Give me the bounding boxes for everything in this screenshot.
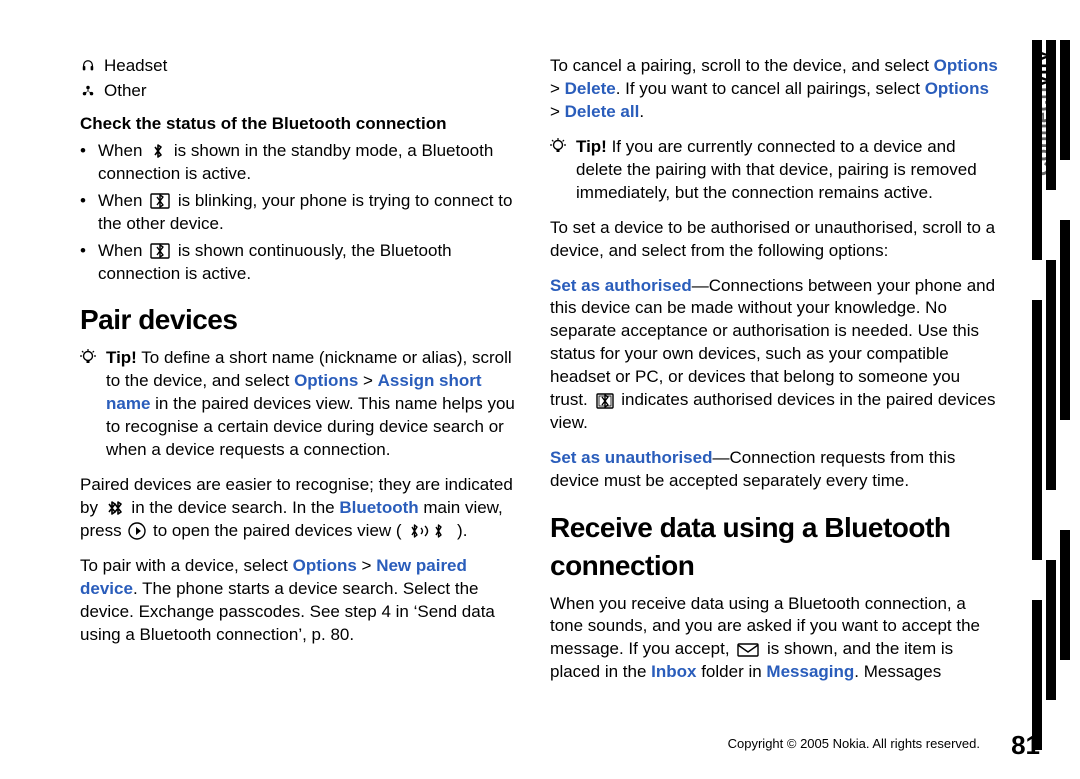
bluetooth-pair-icon bbox=[105, 500, 125, 516]
bluetooth-box-icon bbox=[149, 243, 171, 259]
auth-intro-paragraph: To set a device to be authorised or unau… bbox=[550, 217, 998, 263]
messaging-link: Messaging bbox=[766, 662, 854, 681]
options-link: Options bbox=[294, 371, 358, 390]
nav-right-icon bbox=[128, 522, 146, 540]
status-bullets: • When is shown in the standby mode, a B… bbox=[80, 140, 528, 286]
envelope-icon bbox=[736, 642, 760, 658]
bullet-dot: • bbox=[80, 140, 88, 186]
device-type-other: Other bbox=[80, 80, 528, 103]
set-authorised-label: Set as authorised bbox=[550, 276, 692, 295]
page-content: Headset Other Check the status of the Bl… bbox=[80, 55, 1000, 696]
paired-recognise-paragraph: Paired devices are easier to recognise; … bbox=[80, 474, 528, 543]
status-bullet: • When is shown continuously, the Blueto… bbox=[80, 240, 528, 286]
bluetooth-wave-icon bbox=[408, 523, 450, 539]
right-column: To cancel a pairing, scroll to the devic… bbox=[550, 55, 998, 696]
tip-block: Tip! If you are currently connected to a… bbox=[550, 136, 998, 205]
headset-icon bbox=[80, 59, 96, 73]
set-unauthorised-label: Set as unauthorised bbox=[550, 448, 712, 467]
receive-data-heading: Receive data using a Bluetooth connectio… bbox=[550, 509, 998, 585]
bluetooth-box-icon bbox=[149, 193, 171, 209]
bluetooth-link: Bluetooth bbox=[339, 498, 418, 517]
inbox-link: Inbox bbox=[651, 662, 696, 681]
other-icon bbox=[80, 84, 96, 98]
tip-icon bbox=[550, 136, 568, 205]
set-authorised-paragraph: Set as authorised—Connections between yo… bbox=[550, 275, 998, 436]
receive-data-paragraph: When you receive data using a Bluetooth … bbox=[550, 593, 998, 685]
tip-icon bbox=[80, 347, 98, 462]
page-number: 81 bbox=[1011, 728, 1040, 763]
authorised-box-icon bbox=[595, 393, 615, 409]
device-type-label: Other bbox=[104, 80, 147, 103]
left-column: Headset Other Check the status of the Bl… bbox=[80, 55, 528, 696]
check-status-heading: Check the status of the Bluetooth connec… bbox=[80, 113, 528, 136]
pair-devices-heading: Pair devices bbox=[80, 301, 528, 339]
delete-link: Delete bbox=[565, 79, 616, 98]
delete-all-link: Delete all bbox=[565, 102, 640, 121]
bluetooth-icon bbox=[149, 143, 167, 159]
copyright-footer: Copyright © 2005 Nokia. All rights reser… bbox=[728, 735, 980, 753]
device-type-list: Headset Other bbox=[80, 55, 528, 103]
tip-block: Tip! To define a short name (nickname or… bbox=[80, 347, 528, 462]
pair-steps-paragraph: To pair with a device, select Options > … bbox=[80, 555, 528, 647]
decorative-bars bbox=[1020, 0, 1080, 779]
options-link: Options bbox=[925, 79, 989, 98]
bullet-dot: • bbox=[80, 190, 88, 236]
status-bullet: • When is blinking, your phone is trying… bbox=[80, 190, 528, 236]
status-bullet: • When is shown in the standby mode, a B… bbox=[80, 140, 528, 186]
options-link: Options bbox=[293, 556, 357, 575]
bullet-dot: • bbox=[80, 240, 88, 286]
options-link: Options bbox=[934, 56, 998, 75]
set-unauthorised-paragraph: Set as unauthorised—Connection requests … bbox=[550, 447, 998, 493]
cancel-pairing-paragraph: To cancel a pairing, scroll to the devic… bbox=[550, 55, 998, 124]
device-type-label: Headset bbox=[104, 55, 167, 78]
device-type-headset: Headset bbox=[80, 55, 528, 78]
